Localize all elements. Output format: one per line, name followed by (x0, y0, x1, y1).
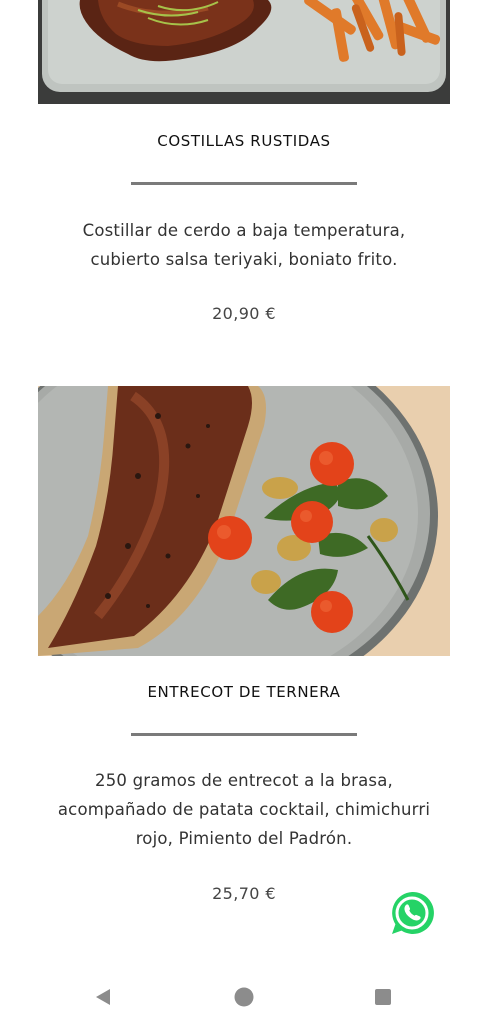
system-navigation-bar (0, 968, 488, 1024)
whatsapp-icon (392, 891, 434, 934)
dish-price-costillas: 20,90 € (212, 304, 276, 323)
home-circle-icon (234, 987, 254, 1007)
dish-title-costillas: COSTILLAS RUSTIDAS (157, 132, 331, 150)
back-button[interactable] (93, 986, 115, 1008)
steak-photo (38, 386, 450, 656)
recents-button[interactable] (372, 986, 394, 1008)
description-line: cubierto salsa teriyaki, boniato frito. (90, 250, 398, 269)
back-triangle-icon (96, 989, 110, 1005)
dish-description-costillas: Costillar de cerdo a baja temperatura, c… (30, 216, 458, 274)
dish-image-costillas (38, 0, 450, 104)
ribs-photo (38, 0, 450, 104)
home-button[interactable] (233, 986, 255, 1008)
description-line: 250 gramos de entrecot a la brasa, (95, 771, 393, 790)
dish-description-entrecot: 250 gramos de entrecot a la brasa, acomp… (30, 766, 458, 853)
dish-image-entrecot (38, 386, 450, 656)
title-divider (131, 182, 357, 185)
title-divider (131, 733, 357, 736)
whatsapp-button[interactable] (388, 889, 436, 937)
description-line: acompañado de patata cocktail, chimichur… (57, 800, 431, 819)
dish-title-entrecot: ENTRECOT DE TERNERA (147, 683, 341, 701)
description-line: rojo, Pimiento del Padrón. (135, 829, 353, 848)
description-line: Costillar de cerdo a baja temperatura, (82, 221, 406, 240)
recents-square-icon (375, 989, 391, 1005)
